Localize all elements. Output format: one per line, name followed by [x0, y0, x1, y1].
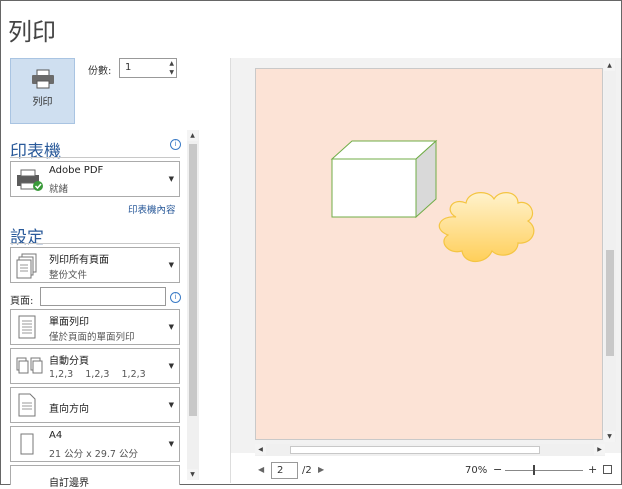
paper-size-select[interactable]: A4 21 公分 x 29.7 公分 ▼	[10, 426, 180, 462]
printer-name: Adobe PDF	[49, 165, 104, 176]
copies-value: 1	[125, 62, 132, 73]
scroll-down-icon[interactable]: ▼	[604, 431, 615, 442]
scroll-thumb[interactable]	[189, 144, 197, 416]
pages-input[interactable]	[40, 287, 166, 306]
print-range-select[interactable]: 列印所有頁面 整份文件 ▼	[10, 247, 180, 283]
current-page-input[interactable]: 2	[271, 462, 298, 479]
settings-heading: 設定	[10, 228, 44, 248]
printer-icon	[17, 169, 43, 191]
scroll-right-icon[interactable]: ▶	[594, 444, 605, 455]
printer-select[interactable]: Adobe PDF 就緒 ▼	[10, 161, 180, 197]
print-button[interactable]: 列印	[10, 58, 75, 124]
print-button-label: 列印	[32, 97, 53, 108]
preview-vscrollbar[interactable]: ▲ ▼	[604, 60, 616, 442]
chevron-down-icon: ▼	[168, 261, 174, 269]
fit-page-icon[interactable]	[603, 465, 612, 474]
divider	[10, 157, 180, 158]
collate-label: 自動分頁	[49, 356, 89, 367]
decrement-icon[interactable]: ▼	[169, 69, 174, 76]
settings-scrollbar[interactable]: ▲ ▼	[187, 130, 199, 480]
copies-label: 份數:	[88, 66, 112, 77]
pages-label: 頁面:	[10, 296, 34, 307]
printer-heading: 印表機	[10, 142, 61, 162]
pages-icon	[16, 253, 37, 279]
chevron-down-icon: ▼	[168, 401, 174, 409]
page-canvas	[330, 139, 535, 263]
chevron-down-icon: ▼	[168, 323, 174, 331]
chevron-down-icon: ▼	[168, 362, 174, 370]
sides-label: 單面列印	[49, 317, 89, 328]
orientation-label: 直向方向	[49, 404, 89, 415]
scroll-thumb[interactable]	[606, 250, 614, 356]
printer-properties-link[interactable]: 印表機內容	[128, 202, 176, 216]
portrait-icon	[18, 393, 36, 417]
scroll-down-icon[interactable]: ▼	[187, 469, 198, 480]
margins-label: 自訂邊界	[49, 478, 89, 489]
divider	[10, 243, 180, 244]
preview-page	[255, 68, 603, 440]
cube-shape	[330, 139, 438, 219]
preview-hscrollbar[interactable]: ◀ ▶	[255, 444, 605, 456]
scroll-up-icon[interactable]: ▲	[604, 60, 615, 71]
page-title: 列印	[8, 18, 56, 46]
zoom-slider-thumb[interactable]	[533, 465, 535, 475]
current-page-value: 2	[277, 465, 284, 476]
cloud-shape	[438, 192, 535, 263]
total-pages: /2	[302, 465, 312, 476]
paper-icon	[20, 433, 34, 455]
printer-icon	[31, 69, 54, 89]
increment-icon[interactable]: ▲	[169, 60, 174, 67]
chevron-down-icon: ▼	[168, 440, 174, 448]
chevron-down-icon: ▼	[168, 175, 174, 183]
scroll-thumb[interactable]	[290, 446, 540, 454]
zoom-in-icon[interactable]: +	[588, 463, 597, 476]
next-page-icon[interactable]: ▶	[318, 465, 324, 474]
scroll-left-icon[interactable]: ◀	[255, 444, 266, 455]
printer-status: 就緒	[49, 184, 69, 195]
one-sided-icon	[18, 315, 36, 339]
copies-stepper[interactable]: 1 ▲ ▼	[119, 58, 177, 78]
paper-size-desc: 21 公分 x 29.7 公分	[49, 449, 138, 460]
zoom-out-icon[interactable]: −	[493, 463, 502, 476]
margins-select[interactable]: 自訂邊界	[10, 465, 180, 489]
prev-page-icon[interactable]: ◀	[258, 465, 264, 474]
sides-desc: 僅於頁面的單面列印	[49, 332, 135, 343]
zoom-slider[interactable]	[505, 470, 583, 471]
info-icon[interactable]: i	[170, 292, 181, 303]
scroll-up-icon[interactable]: ▲	[187, 130, 198, 141]
sides-select[interactable]: 單面列印 僅於頁面的單面列印 ▼	[10, 309, 180, 345]
info-icon[interactable]: i	[170, 139, 181, 150]
print-range-label: 列印所有頁面	[49, 255, 109, 266]
collate-select[interactable]: 自動分頁 1,2,3 1,2,3 1,2,3 ▼	[10, 348, 180, 384]
collate-desc: 1,2,3 1,2,3 1,2,3	[49, 369, 146, 380]
print-range-desc: 整份文件	[49, 270, 88, 281]
orientation-select[interactable]: 直向方向 ▼	[10, 387, 180, 423]
zoom-level[interactable]: 70%	[465, 465, 487, 476]
paper-size-label: A4	[49, 430, 63, 441]
collate-icon	[16, 357, 43, 374]
